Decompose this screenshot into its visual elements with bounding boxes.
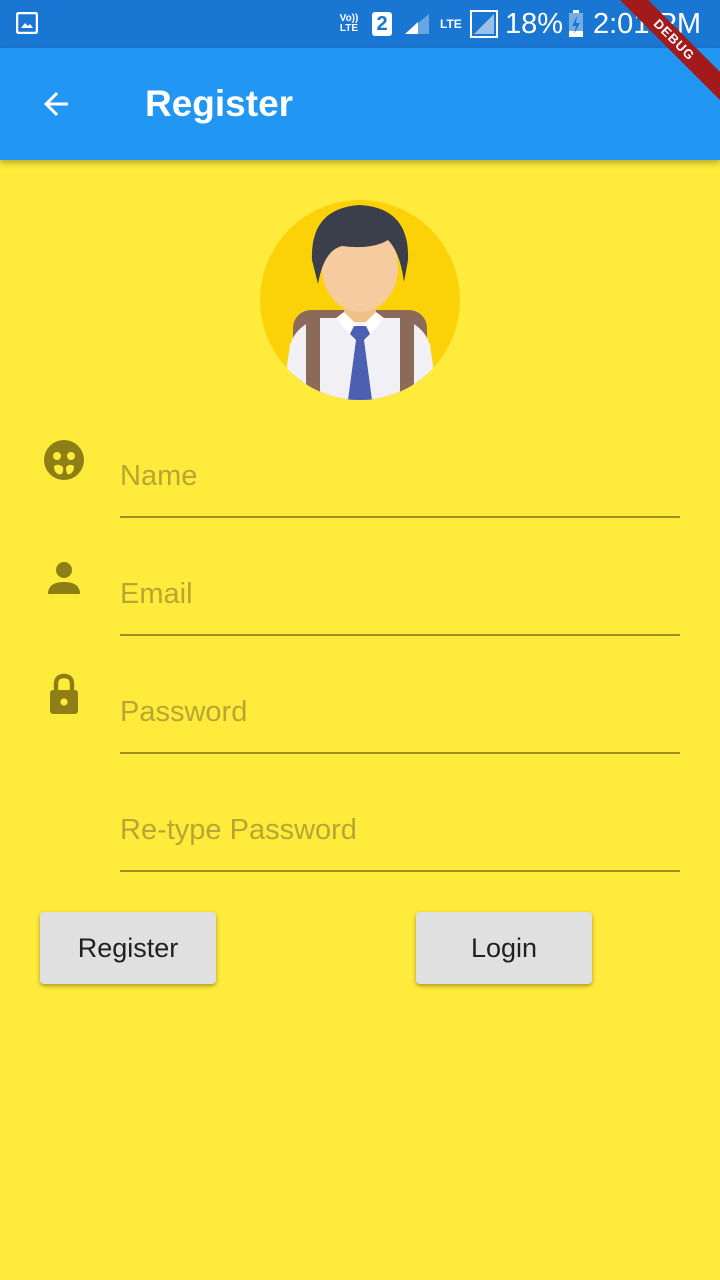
lock-icon (50, 673, 78, 714)
avatar (260, 200, 460, 400)
password-field[interactable] (120, 672, 680, 754)
person-icon (48, 562, 80, 594)
status-bar: Vo)) LTE 2 LTE 18% 2:01 PM (0, 0, 720, 48)
page-title: Register (145, 83, 294, 124)
signal-icon (404, 0, 430, 48)
name-input[interactable] (120, 436, 680, 516)
register-button[interactable]: Register (40, 912, 216, 984)
volte-indicator: Vo)) LTE (336, 0, 362, 48)
battery-percent: 18% (505, 7, 564, 40)
lte-label: LTE (440, 17, 462, 31)
email-field[interactable] (120, 554, 680, 636)
face-icon (44, 440, 84, 480)
sim-indicator: 2 (372, 0, 392, 48)
name-field[interactable] (120, 436, 680, 518)
sim-number: 2 (372, 12, 392, 36)
volte-bottom-label: LTE (339, 23, 359, 34)
email-input[interactable] (120, 554, 680, 634)
signal-icon-secondary (470, 0, 498, 48)
retype-password-input[interactable] (120, 790, 680, 870)
login-button[interactable]: Login (416, 912, 592, 984)
password-input[interactable] (120, 672, 680, 752)
back-button[interactable] (32, 80, 80, 128)
arrow-back-icon (44, 92, 68, 116)
app-bar: Register (0, 48, 720, 160)
retype-password-field[interactable] (120, 790, 680, 872)
gallery-notification-icon (16, 12, 38, 34)
battery-charging-icon (568, 0, 584, 48)
